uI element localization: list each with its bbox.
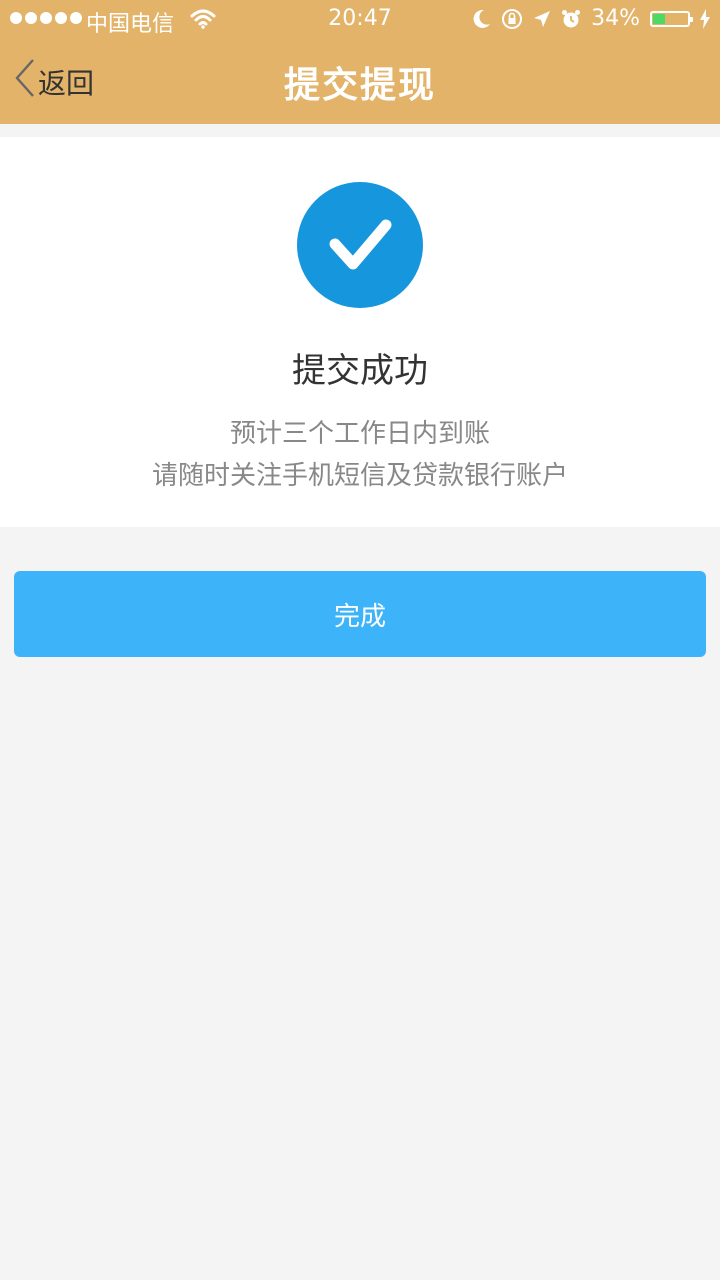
result-card: 提交成功 预计三个工作日内到账 请随时关注手机短信及贷款银行账户 (0, 137, 720, 527)
rotation-lock-icon (501, 8, 523, 30)
done-button[interactable]: 完成 (14, 571, 706, 657)
app-header: 中国电信 20:47 34% 返回 提交提现 (0, 0, 720, 124)
battery-percent: 34% (591, 6, 640, 31)
nav-bar: 返回 提交提现 (0, 40, 720, 124)
attention-notice: 请随时关注手机短信及贷款银行账户 (151, 461, 568, 491)
location-arrow-icon (533, 10, 551, 28)
check-circle-icon (297, 182, 423, 308)
success-title: 提交成功 (292, 351, 428, 391)
page-title: 提交提现 (283, 65, 436, 106)
alarm-icon (561, 9, 581, 29)
charging-bolt-icon (700, 8, 710, 29)
battery-icon (650, 10, 693, 27)
arrival-notice: 预计三个工作日内到账 (229, 419, 490, 449)
battery-fill (653, 13, 665, 24)
status-bar: 中国电信 20:47 34% (0, 0, 720, 40)
moon-icon (473, 9, 491, 29)
